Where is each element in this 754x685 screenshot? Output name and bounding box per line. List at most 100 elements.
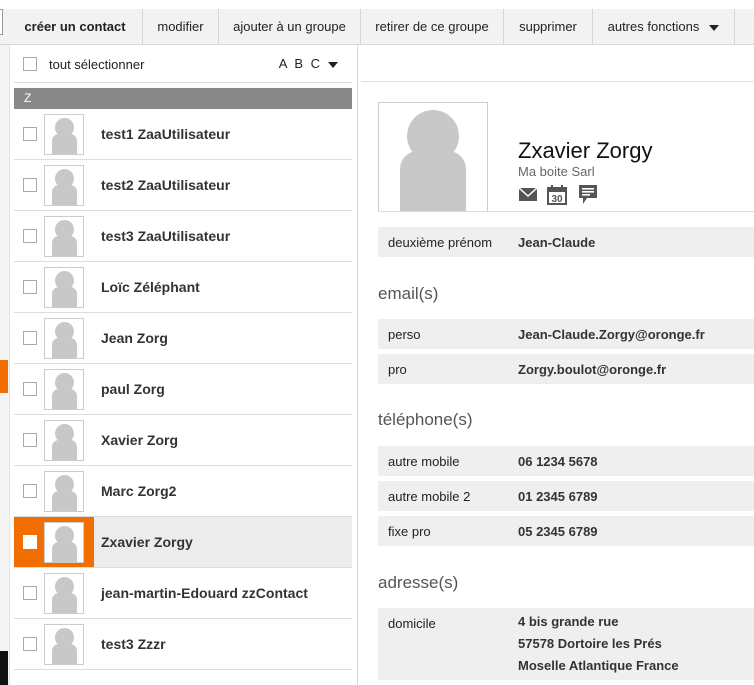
contact-avatar-thumb	[44, 420, 84, 461]
field-middle-name: deuxième prénom Jean-Claude	[378, 227, 754, 257]
field-phone-autre-mobile: autre mobile 06 1234 5678	[378, 446, 754, 476]
contact-name: test1 ZaaUtilisateur	[101, 126, 231, 142]
detail-top-divider	[361, 81, 754, 82]
chevron-down-icon	[328, 61, 338, 68]
alpha-index-label: A B C	[278, 56, 322, 71]
contact-row[interactable]: paul Zorg	[14, 364, 352, 415]
field-label: fixe pro	[388, 524, 431, 539]
contact-checkbox[interactable]	[23, 382, 37, 396]
contact-avatar-thumb	[44, 369, 84, 410]
email-link[interactable]: Zorgy.boulot@oronge.fr	[518, 362, 666, 377]
contact-row[interactable]: Zxavier Zorgy	[14, 517, 352, 568]
field-label: perso	[388, 327, 421, 342]
section-title-emails: email(s)	[378, 284, 439, 303]
contact-checkbox[interactable]	[23, 229, 37, 243]
avatar-body	[52, 236, 77, 256]
field-label: pro	[388, 362, 407, 377]
address-line: 57578 Dortoire les Prés	[518, 636, 662, 651]
contact-checkbox[interactable]	[23, 586, 37, 600]
contact-name: test3 Zzzr	[101, 636, 166, 652]
contact-avatar-thumb	[44, 165, 84, 206]
select-all-label: tout sélectionner	[49, 57, 145, 72]
left-edge-active-marker	[0, 360, 8, 393]
field-value: 05 2345 6789	[518, 524, 598, 539]
remove-from-group-button[interactable]: retirer de ce groupe	[361, 9, 504, 45]
contact-name: test3 ZaaUtilisateur	[101, 228, 231, 244]
toolbar-left-stub	[0, 9, 3, 35]
address-value: 4 bis grande rue 57578 Dortoire les Prés…	[518, 611, 679, 677]
alpha-index-dropdown[interactable]: A B C	[279, 56, 338, 71]
contact-avatar-thumb	[44, 114, 84, 155]
contact-name: Zxavier Zorgy	[101, 534, 193, 550]
contact-avatar	[378, 102, 488, 212]
contact-checkbox[interactable]	[23, 484, 37, 498]
field-phone-autre-mobile-2: autre mobile 2 01 2345 6789	[378, 481, 754, 511]
contact-list: tout sélectionner A B C Z test1 ZaaUtili…	[14, 45, 357, 685]
contact-checkbox[interactable]	[23, 433, 37, 447]
contact-name: jean-martin-Edouard zzContact	[101, 585, 308, 601]
field-value: 01 2345 6789	[518, 489, 598, 504]
contact-name: Marc Zorg2	[101, 483, 177, 499]
contact-name: Zxavier Zorgy	[518, 138, 653, 163]
contact-avatar-thumb	[44, 522, 84, 563]
contact-row[interactable]: test3 ZaaUtilisateur	[14, 211, 352, 262]
contact-row[interactable]: Loïc Zéléphant	[14, 262, 352, 313]
contact-row[interactable]: Xavier Zorg	[14, 415, 352, 466]
more-functions-button[interactable]: autres fonctions	[593, 9, 735, 45]
avatar-body	[52, 287, 77, 307]
select-all-bar: tout sélectionner A B C	[14, 45, 352, 83]
avatar-body	[52, 389, 77, 409]
contact-avatar-thumb	[44, 318, 84, 359]
letter-group-header: Z	[14, 88, 352, 109]
contact-checkbox[interactable]	[23, 178, 37, 192]
create-contact-button[interactable]: créer un contact	[8, 9, 143, 45]
chevron-down-icon	[709, 24, 720, 31]
field-email-perso: perso Jean-Claude.Zorgy@oronge.fr	[378, 319, 754, 349]
calendar-icon[interactable]: 30	[546, 184, 567, 205]
calendar-day-label: 30	[551, 194, 563, 205]
contact-name: paul Zorg	[101, 381, 165, 397]
contact-checkbox[interactable]	[23, 127, 37, 141]
contact-checkbox[interactable]	[23, 331, 37, 345]
field-label: deuxième prénom	[388, 235, 493, 250]
section-title-addresses: adresse(s)	[378, 573, 459, 592]
contact-row[interactable]: Marc Zorg2	[14, 466, 352, 517]
contact-company: Ma boite Sarl	[518, 164, 595, 179]
delete-button[interactable]: supprimer	[504, 9, 593, 45]
more-functions-label: autres fonctions	[607, 19, 700, 34]
contact-avatar-thumb	[44, 471, 84, 512]
contact-avatar-thumb	[44, 573, 84, 614]
email-link[interactable]: Jean-Claude.Zorgy@oronge.fr	[518, 327, 705, 342]
left-edge-dark-marker	[0, 651, 8, 685]
section-title-phones: téléphone(s)	[378, 410, 473, 429]
avatar-body	[52, 542, 77, 562]
contact-name: Xavier Zorg	[101, 432, 179, 448]
contact-row[interactable]: test1 ZaaUtilisateur	[14, 109, 352, 160]
chat-icon[interactable]	[578, 184, 598, 204]
avatar-body	[52, 440, 77, 460]
field-label: domicile	[388, 616, 436, 631]
contact-row[interactable]: Jean Zorg	[14, 313, 352, 364]
avatar-body	[52, 491, 77, 511]
toolbar: créer un contact modifier ajouter à un g…	[0, 9, 754, 45]
add-to-group-button[interactable]: ajouter à un groupe	[219, 9, 361, 45]
contact-checkbox[interactable]	[23, 535, 37, 549]
field-label: autre mobile	[388, 454, 460, 469]
envelope-icon[interactable]	[518, 184, 538, 204]
contact-avatar-thumb	[44, 216, 84, 257]
contact-checkbox[interactable]	[23, 280, 37, 294]
contact-name: Loïc Zéléphant	[101, 279, 200, 295]
detail-header-divider	[378, 211, 754, 212]
contact-detail-panel: Zxavier Zorgy Ma boite Sarl 30 deuxième …	[361, 45, 754, 685]
contact-name: Jean Zorg	[101, 330, 168, 346]
contact-checkbox[interactable]	[23, 637, 37, 651]
contact-row[interactable]: jean-martin-Edouard zzContact	[14, 568, 352, 619]
modify-button[interactable]: modifier	[143, 9, 219, 45]
avatar-body	[52, 338, 77, 358]
contact-row[interactable]: test2 ZaaUtilisateur	[14, 160, 352, 211]
contact-row[interactable]: test3 Zzzr	[14, 619, 352, 670]
contact-avatar-thumb	[44, 624, 84, 665]
address-line: 4 bis grande rue	[518, 614, 619, 629]
select-all-checkbox[interactable]	[23, 57, 37, 71]
field-label: autre mobile 2	[388, 489, 471, 504]
